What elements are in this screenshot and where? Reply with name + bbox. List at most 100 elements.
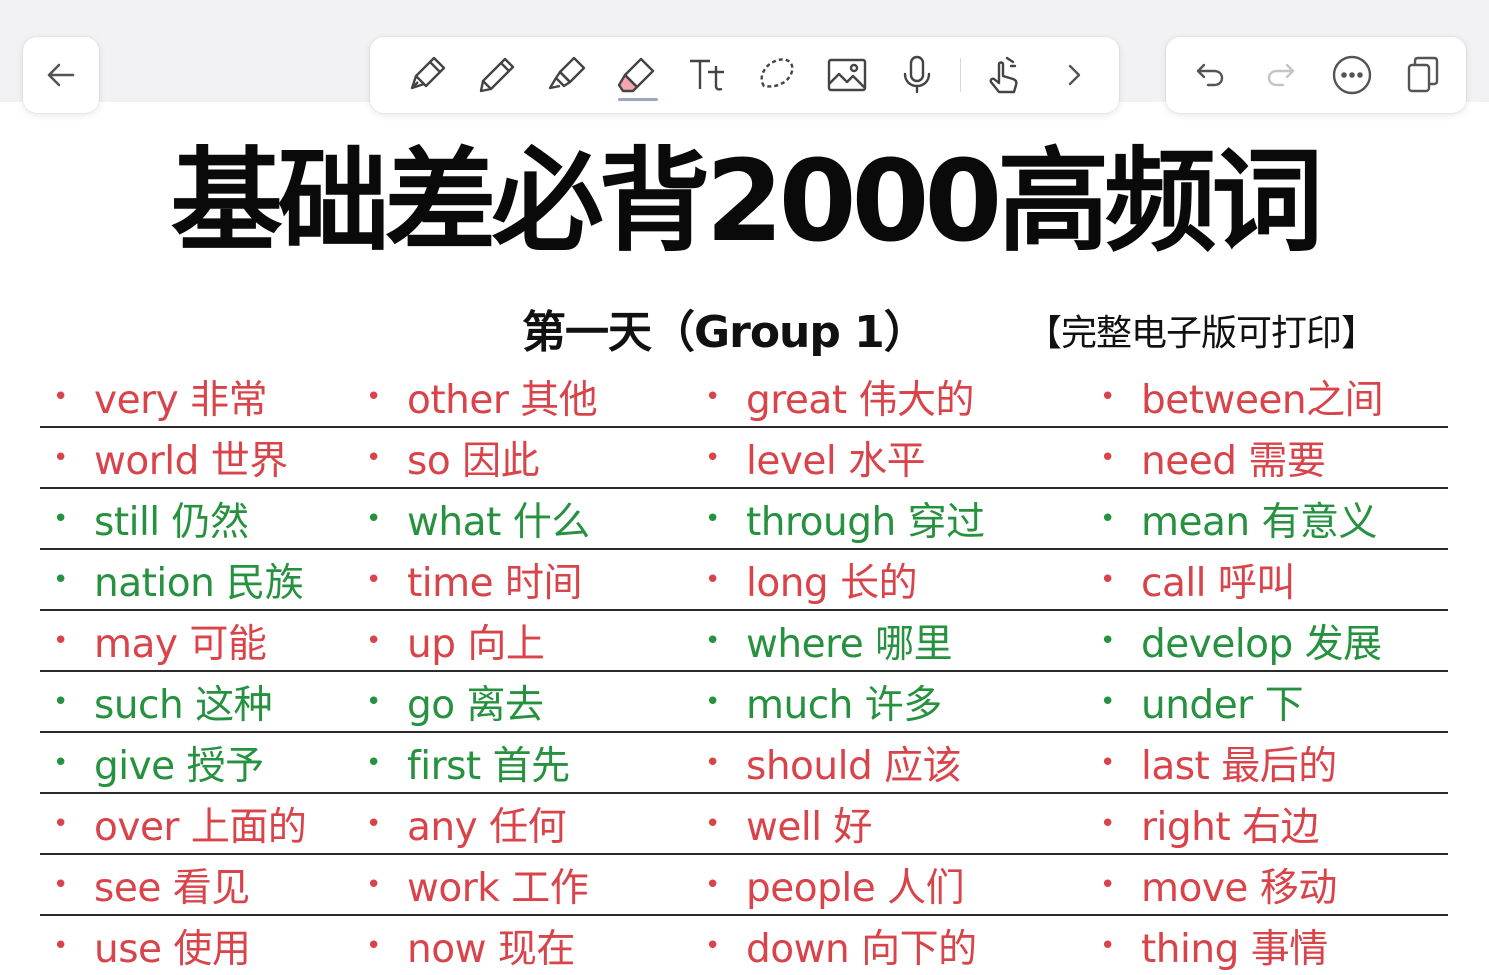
finger-touch-icon	[989, 56, 1018, 94]
vocab-text: still 仍然	[94, 499, 249, 545]
vocab-row: • use 使用 • now 现在 • down 向下的 • thing 事情	[40, 916, 1448, 975]
redo-icon	[1267, 63, 1294, 87]
vocab-row: • world 世界 • so 因此 • level 水平 • need 需要	[40, 428, 1448, 489]
vocab-item: • what 什么	[353, 489, 590, 548]
bullet-icon: •	[705, 808, 720, 839]
bullet-icon: •	[1100, 442, 1115, 473]
vocab-item: • move 移动	[1087, 855, 1337, 914]
bullet-icon: •	[705, 442, 720, 473]
vocab-text: world 世界	[94, 438, 288, 484]
vocab-text: move 移动	[1141, 865, 1337, 911]
bullet-icon: •	[366, 442, 381, 473]
vocab-item: • any 任何	[353, 794, 567, 853]
vocab-item: • see 看见	[40, 855, 250, 914]
bullet-icon: •	[1100, 564, 1115, 595]
vocab-text: use 使用	[94, 926, 251, 972]
vocab-text: develop 发展	[1141, 621, 1382, 667]
page-title: 基础差必背2000高频词	[170, 137, 1324, 267]
vocab-text: down 向下的	[746, 926, 977, 972]
touch-tool[interactable]	[969, 45, 1039, 105]
microphone-tool[interactable]	[882, 45, 952, 105]
more-tools-button[interactable]	[1039, 45, 1109, 105]
actions-toolbar	[1166, 37, 1466, 113]
vocab-item: • so 因此	[353, 428, 540, 487]
vocab-text: go 离去	[407, 682, 544, 728]
vocab-text: should 应该	[746, 743, 962, 789]
text-tool[interactable]	[672, 45, 742, 105]
back-button[interactable]	[33, 47, 89, 103]
vocab-text: work 工作	[407, 865, 589, 911]
pages-icon	[1407, 56, 1438, 93]
vocab-item: • work 工作	[353, 855, 589, 914]
bullet-icon: •	[366, 686, 381, 717]
more-button[interactable]	[1324, 47, 1380, 103]
vocab-item: • go 离去	[353, 672, 544, 731]
vocab-text: see 看见	[94, 865, 250, 911]
vocab-row: • give 授予 • first 首先 • should 应该 • last 最后的	[40, 733, 1448, 794]
vocab-text: through 穿过	[746, 499, 985, 545]
vocab-row: • still 仍然 • what 什么 • through 穿过 • mean 有意义	[40, 489, 1448, 550]
vocab-item: • may 可能	[40, 611, 267, 670]
bullet-icon: •	[705, 564, 720, 595]
lasso-tool[interactable]	[742, 45, 812, 105]
vocab-item: • give 授予	[40, 733, 264, 792]
chevron-right-icon	[1068, 64, 1081, 86]
eraser-icon	[617, 57, 655, 93]
arrow-left-icon	[47, 63, 75, 87]
vocab-item: • much 许多	[692, 672, 942, 731]
vocab-text: right 右边	[1141, 804, 1320, 850]
vocab-item: • where 哪里	[692, 611, 953, 670]
vocab-text: great 伟大的	[746, 377, 975, 423]
bullet-icon: •	[1100, 808, 1115, 839]
vocab-text: nation 民族	[94, 560, 304, 606]
vocab-item: • should 应该	[692, 733, 962, 792]
bullet-icon: •	[1100, 625, 1115, 656]
vocab-text: such 这种	[94, 682, 273, 728]
highlighter-tool[interactable]	[532, 45, 602, 105]
eraser-tool[interactable]	[602, 45, 672, 105]
vocab-item: • people 人们	[692, 855, 965, 914]
bullet-icon: •	[366, 503, 381, 534]
bullet-icon: •	[53, 869, 68, 900]
vocab-item: • now 现在	[353, 916, 575, 975]
vocab-item: • time 时间	[353, 550, 583, 609]
vocab-row: • such 这种 • go 离去 • much 许多 • under 下	[40, 672, 1448, 733]
vocab-row: • very 非常 • other 其他 • great 伟大的 • between之间	[40, 367, 1448, 428]
vocab-row: • may 可能 • up 向上 • where 哪里 • develop 发展	[40, 611, 1448, 672]
undo-button[interactable]	[1182, 47, 1238, 103]
vocab-text: very 非常	[94, 377, 268, 423]
vocab-item: • nation 民族	[40, 550, 304, 609]
pages-button[interactable]	[1395, 47, 1451, 103]
vocab-item: • between之间	[1087, 367, 1384, 426]
page-subtitle: 第一天（Group 1）	[522, 307, 928, 358]
vocab-item: • long 长的	[692, 550, 918, 609]
pencil-tool[interactable]	[462, 45, 532, 105]
bullet-icon: •	[366, 564, 381, 595]
bullet-icon: •	[1100, 503, 1115, 534]
bullet-icon: •	[705, 930, 720, 961]
bullet-icon: •	[53, 564, 68, 595]
vocab-text: other 其他	[407, 377, 598, 423]
vocab-item: • up 向上	[353, 611, 545, 670]
fountain-pen-icon	[410, 56, 446, 90]
vocab-item: • right 右边	[1087, 794, 1320, 853]
image-tool[interactable]	[812, 45, 882, 105]
fountain-pen-tool[interactable]	[392, 45, 462, 105]
text-tool-icon	[690, 59, 724, 91]
vocab-row: • nation 民族 • time 时间 • long 长的 • call 呼叫	[40, 550, 1448, 611]
pencil-icon	[479, 57, 515, 93]
vocab-item: • still 仍然	[40, 489, 249, 548]
vocab-text: any 任何	[407, 804, 567, 850]
vocab-item: • thing 事情	[1087, 916, 1328, 975]
vocab-text: need 需要	[1141, 438, 1326, 484]
toolbar-separator	[960, 58, 961, 92]
vocab-item: • last 最后的	[1087, 733, 1337, 792]
vocab-item: • mean 有意义	[1087, 489, 1378, 548]
redo-button[interactable]	[1253, 47, 1309, 103]
bullet-icon: •	[1100, 869, 1115, 900]
vocab-text: first 首先	[407, 743, 570, 789]
vocab-text: mean 有意义	[1141, 499, 1378, 545]
vocab-text: thing 事情	[1141, 926, 1328, 972]
vocab-text: long 长的	[746, 560, 918, 606]
bullet-icon: •	[53, 381, 68, 412]
